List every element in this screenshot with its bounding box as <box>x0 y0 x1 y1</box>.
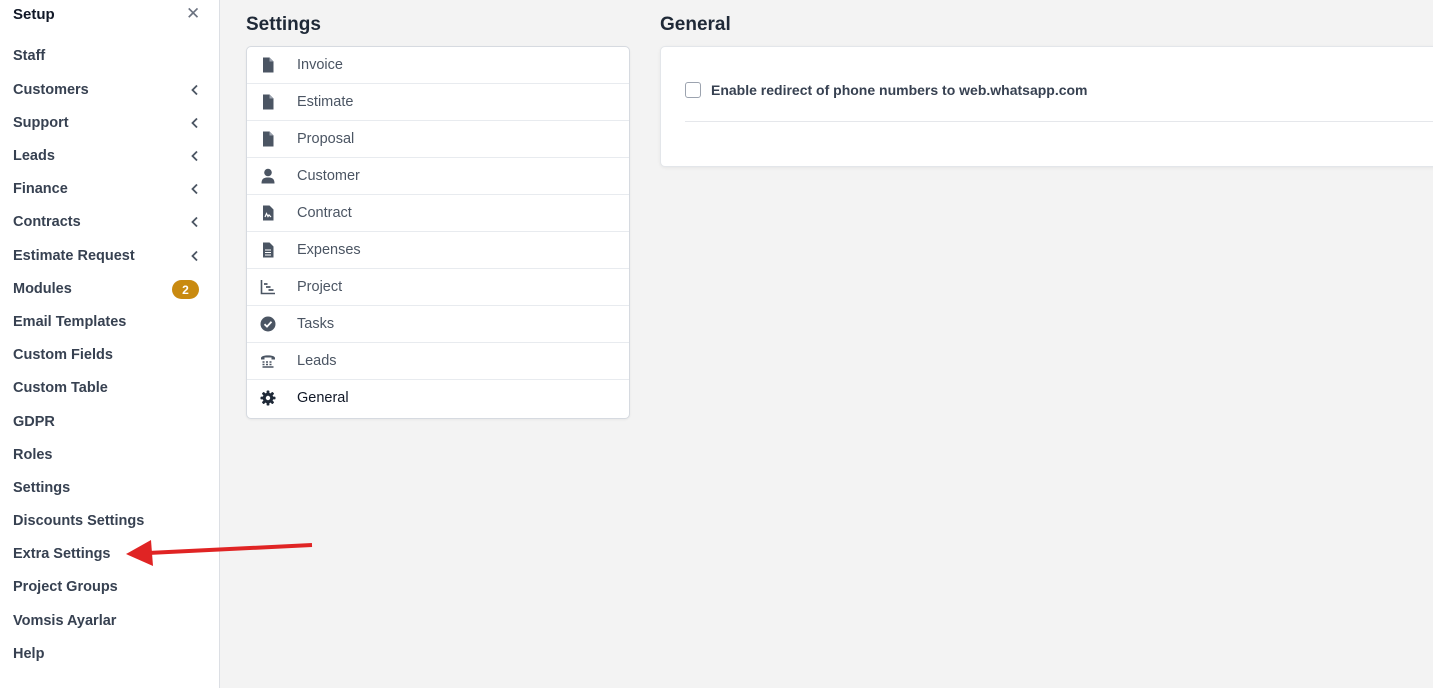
settings-item-label: Estimate <box>297 94 354 110</box>
chevron-left-icon <box>191 183 198 195</box>
chevron-left-icon <box>191 150 198 162</box>
settings-item-contract[interactable]: Contract <box>247 195 629 232</box>
sidebar-item-discounts-settings[interactable]: Discounts Settings <box>0 506 219 536</box>
settings-item-expenses[interactable]: Expenses <box>247 232 629 269</box>
sidebar-item-label: Custom Fields <box>13 347 113 363</box>
settings-item-label: Invoice <box>297 57 343 73</box>
settings-item-tasks[interactable]: Tasks <box>247 306 629 343</box>
sidebar-item-roles[interactable]: Roles <box>0 440 219 470</box>
settings-item-project[interactable]: Project <box>247 269 629 306</box>
sidebar-item-modules[interactable]: Modules 2 <box>0 274 219 304</box>
file-lines-icon <box>263 242 274 258</box>
sidebar-item-label: Leads <box>13 148 55 164</box>
sidebar-item-label: Contracts <box>13 214 81 230</box>
sidebar-item-gdpr[interactable]: GDPR <box>0 407 219 437</box>
whatsapp-redirect-checkbox[interactable] <box>685 82 701 98</box>
sidebar-item-label: Custom Table <box>13 380 108 396</box>
settings-item-label: Contract <box>297 205 352 221</box>
sidebar-item-contracts[interactable]: Contracts <box>0 207 219 237</box>
settings-item-customer[interactable]: Customer <box>247 158 629 195</box>
settings-item-label: Expenses <box>297 242 361 258</box>
gear-icon <box>260 390 276 406</box>
file-icon <box>263 57 274 73</box>
modules-count-badge: 2 <box>172 280 199 299</box>
settings-item-label: Proposal <box>297 131 355 147</box>
tty-icon <box>261 355 275 368</box>
chart-gantt-icon <box>260 280 275 295</box>
sidebar-item-label: Help <box>13 646 45 662</box>
sidebar-item-extra-settings[interactable]: Extra Settings <box>0 539 219 569</box>
sidebar-item-label: Discounts Settings <box>13 513 145 529</box>
sidebar-item-label: Customers <box>13 82 89 98</box>
general-settings-card: Enable redirect of phone numbers to web.… <box>660 46 1433 167</box>
settings-item-invoice[interactable]: Invoice <box>247 47 629 84</box>
settings-item-label: Leads <box>297 353 337 369</box>
sidebar-item-label: Roles <box>13 447 53 463</box>
sidebar-item-support[interactable]: Support <box>0 108 219 138</box>
sidebar-item-estimate-request[interactable]: Estimate Request <box>0 241 219 271</box>
sidebar-item-settings[interactable]: Settings <box>0 473 219 503</box>
sidebar-item-staff[interactable]: Staff <box>0 41 219 71</box>
circle-check-icon <box>260 316 276 332</box>
chevron-left-icon <box>191 250 198 262</box>
sidebar-item-label: Support <box>13 115 69 131</box>
sidebar-item-customers[interactable]: Customers <box>0 75 219 105</box>
user-icon <box>261 168 275 184</box>
file-icon <box>263 94 274 110</box>
settings-item-estimate[interactable]: Estimate <box>247 84 629 121</box>
whatsapp-redirect-label[interactable]: Enable redirect of phone numbers to web.… <box>711 82 1088 98</box>
sidebar-item-vomsis-ayarlar[interactable]: Vomsis Ayarlar <box>0 606 219 636</box>
settings-item-label: Project <box>297 279 343 295</box>
settings-item-label: General <box>297 390 349 406</box>
sidebar-item-label: Project Groups <box>13 579 118 595</box>
settings-item-proposal[interactable]: Proposal <box>247 121 629 158</box>
sidebar-item-leads[interactable]: Leads <box>0 141 219 171</box>
setup-sidebar: Setup ✕ Staff Customers Support Leads Fi… <box>0 0 220 688</box>
settings-list: Invoice Estimate Proposal Customer Contr… <box>246 46 630 419</box>
settings-heading: Settings <box>246 14 321 35</box>
sidebar-item-custom-table[interactable]: Custom Table <box>0 373 219 403</box>
settings-item-leads[interactable]: Leads <box>247 343 629 380</box>
file-signature-icon <box>263 205 274 221</box>
sidebar-item-custom-fields[interactable]: Custom Fields <box>0 340 219 370</box>
sidebar-item-finance[interactable]: Finance <box>0 174 219 204</box>
sidebar-item-help[interactable]: Help <box>0 639 219 669</box>
sidebar-title: Setup <box>13 6 55 23</box>
sidebar-item-label: GDPR <box>13 414 55 430</box>
sidebar-item-label: Email Templates <box>13 314 127 330</box>
sidebar-item-label: Extra Settings <box>13 546 111 562</box>
general-heading: General <box>660 14 731 35</box>
chevron-left-icon <box>191 84 198 96</box>
file-icon <box>263 131 274 147</box>
settings-item-label: Tasks <box>297 316 335 332</box>
settings-item-label: Customer <box>297 168 360 184</box>
sidebar-item-label: Estimate Request <box>13 248 135 264</box>
sidebar-item-email-templates[interactable]: Email Templates <box>0 307 219 337</box>
sidebar-item-project-groups[interactable]: Project Groups <box>0 572 219 602</box>
sidebar-item-label: Vomsis Ayarlar <box>13 613 117 629</box>
chevron-left-icon <box>191 117 198 129</box>
close-icon[interactable]: ✕ <box>186 4 200 24</box>
divider <box>685 121 1433 122</box>
chevron-left-icon <box>191 216 198 228</box>
settings-item-general[interactable]: General <box>247 380 629 417</box>
sidebar-item-label: Modules <box>13 281 72 297</box>
sidebar-item-label: Staff <box>13 48 46 64</box>
sidebar-item-label: Finance <box>13 181 68 197</box>
sidebar-item-label: Settings <box>13 480 71 496</box>
